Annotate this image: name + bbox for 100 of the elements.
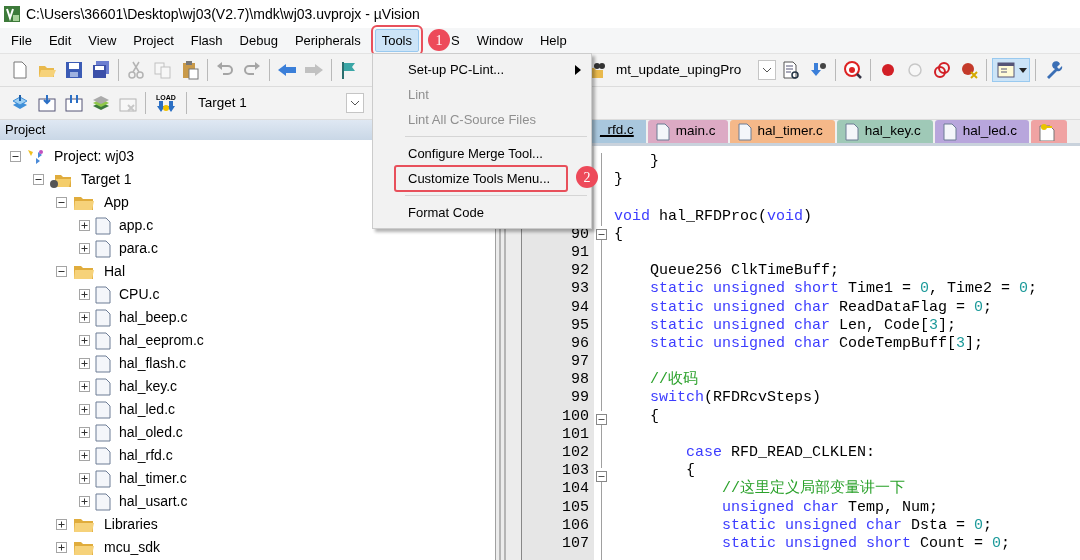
file-icon <box>95 354 111 373</box>
menu-item[interactable]: Edit <box>41 29 79 52</box>
file-icon <box>95 400 111 419</box>
rebuild-icon[interactable] <box>64 93 84 113</box>
key-file-icon <box>1038 122 1055 141</box>
chevron-icon <box>762 67 772 73</box>
line-number: 96 <box>571 334 589 352</box>
line-number: 101 <box>562 425 589 443</box>
menu-item[interactable]: Peripherals <box>287 29 368 52</box>
expand-toggle[interactable] <box>79 243 90 254</box>
file-icon <box>95 469 111 488</box>
line-number: 105 <box>562 498 589 516</box>
editor-tab[interactable] <box>1030 120 1067 143</box>
line-number: 97 <box>571 353 589 371</box>
tree-item[interactable]: hal_usart.c <box>119 491 188 512</box>
menu-item[interactable]: Set-up PC-Lint... <box>375 57 589 82</box>
code-line: case RFD_READ_CLKLEN: <box>685 444 876 461</box>
tree-item[interactable]: hal_flash.c <box>119 353 186 374</box>
collapse-toggle[interactable] <box>56 197 67 208</box>
tree-item[interactable]: hal_led.c <box>119 399 176 420</box>
clipboard-icon[interactable] <box>180 60 200 80</box>
collapse-toggle[interactable] <box>33 174 44 185</box>
save-icon[interactable] <box>64 60 84 80</box>
save-all-icon[interactable] <box>91 60 111 80</box>
code-line: { <box>649 407 659 425</box>
line-number: 95 <box>571 316 589 334</box>
layers-icon[interactable] <box>91 93 111 113</box>
expand-toggle[interactable] <box>79 404 90 415</box>
expand-toggle[interactable] <box>79 312 90 323</box>
dot-cross-icon[interactable] <box>959 60 979 80</box>
file-icon <box>95 308 111 327</box>
debug-magnifier-icon[interactable] <box>843 60 863 80</box>
line-number: 102 <box>562 444 589 461</box>
menu-item[interactable]: Project <box>126 29 181 52</box>
tree-item[interactable]: hal_eeprom.c <box>119 330 204 351</box>
tree-item[interactable]: Hal <box>104 261 125 282</box>
file-icon <box>95 492 111 511</box>
tree-item[interactable]: Libraries <box>104 514 158 535</box>
window-menu-button[interactable] <box>992 58 1030 82</box>
code-line: //这里定义局部变量讲一下 <box>721 480 906 498</box>
tree-item[interactable]: hal_timer.c <box>119 468 187 489</box>
tree-item[interactable]: hal_rfd.c <box>119 445 173 466</box>
editor-tab[interactable]: hal_timer.c <box>729 120 835 143</box>
file-icon <box>95 285 111 304</box>
fold-toggle[interactable] <box>596 471 607 483</box>
dropdown-button[interactable] <box>346 93 364 113</box>
file-icon <box>95 216 111 235</box>
expand-toggle[interactable] <box>79 450 90 461</box>
tree-item[interactable]: CPU.c <box>119 284 160 305</box>
menu-item[interactable]: Window <box>469 29 530 52</box>
line-number: 92 <box>571 262 589 280</box>
expand-toggle[interactable] <box>79 496 90 507</box>
file-icon <box>737 122 752 141</box>
file-icon <box>655 122 670 141</box>
line-number: 94 <box>571 298 589 316</box>
code-line: static unsigned char Dsta = 0; <box>721 516 993 534</box>
expand-toggle[interactable] <box>79 473 90 484</box>
menu-item[interactable]: S <box>448 29 467 52</box>
menu-item[interactable]: Flash <box>183 29 230 52</box>
tree-item[interactable]: hal_key.c <box>119 376 178 397</box>
tree-item[interactable]: para.c <box>119 238 158 259</box>
tree-item[interactable]: Target 1 <box>81 169 132 190</box>
expand-toggle[interactable] <box>56 519 67 530</box>
expand-toggle[interactable] <box>79 289 90 300</box>
tree-item[interactable]: mcu_sdk <box>104 537 161 558</box>
editor-tab[interactable]: _rfd.c <box>592 120 646 143</box>
menu-item[interactable]: Customize Tools Menu... <box>395 166 567 191</box>
tree-item[interactable]: app.c <box>119 215 154 236</box>
collapse-toggle[interactable] <box>56 266 67 277</box>
collapse-toggle[interactable] <box>10 151 21 162</box>
editor-tab[interactable]: main.c <box>647 120 728 143</box>
build-icon[interactable] <box>37 93 57 113</box>
menu-item[interactable]: Help <box>532 29 574 52</box>
expand-toggle[interactable] <box>79 427 90 438</box>
editor-tab[interactable]: hal_key.c <box>836 120 933 143</box>
menu-item[interactable]: View <box>81 29 124 52</box>
circles-icon[interactable] <box>932 60 952 80</box>
tree-item[interactable]: hal_oled.c <box>119 422 183 443</box>
menu-item[interactable]: File <box>4 29 39 52</box>
file-icon <box>942 122 957 141</box>
target-combo-value: Target 1 <box>198 93 247 112</box>
expand-toggle[interactable] <box>79 335 90 346</box>
expand-toggle[interactable] <box>79 358 90 369</box>
editor-tab[interactable]: hal_led.c <box>934 120 1029 143</box>
expand-toggle[interactable] <box>79 381 90 392</box>
combo-value: mt_update_upingPro <box>616 60 742 79</box>
line-number: 100 <box>562 407 589 425</box>
code-line: static unsigned char ReadDataFlag = 0; <box>649 298 993 316</box>
fold-toggle[interactable] <box>596 413 607 425</box>
expand-toggle[interactable] <box>56 542 67 553</box>
document-search-icon[interactable] <box>781 60 801 80</box>
dropdown-button[interactable] <box>758 60 776 80</box>
expand-toggle[interactable] <box>79 220 90 231</box>
menu-item[interactable]: Format Code <box>375 200 589 225</box>
tree-item[interactable]: hal_beep.c <box>119 307 188 328</box>
fold-toggle[interactable] <box>596 228 607 240</box>
menu-item[interactable]: Configure Merge Tool... <box>375 141 589 166</box>
tree-item[interactable]: App <box>104 192 129 213</box>
tree-item[interactable]: Project: wj03 <box>54 146 135 167</box>
menu-item[interactable]: Debug <box>232 29 285 52</box>
